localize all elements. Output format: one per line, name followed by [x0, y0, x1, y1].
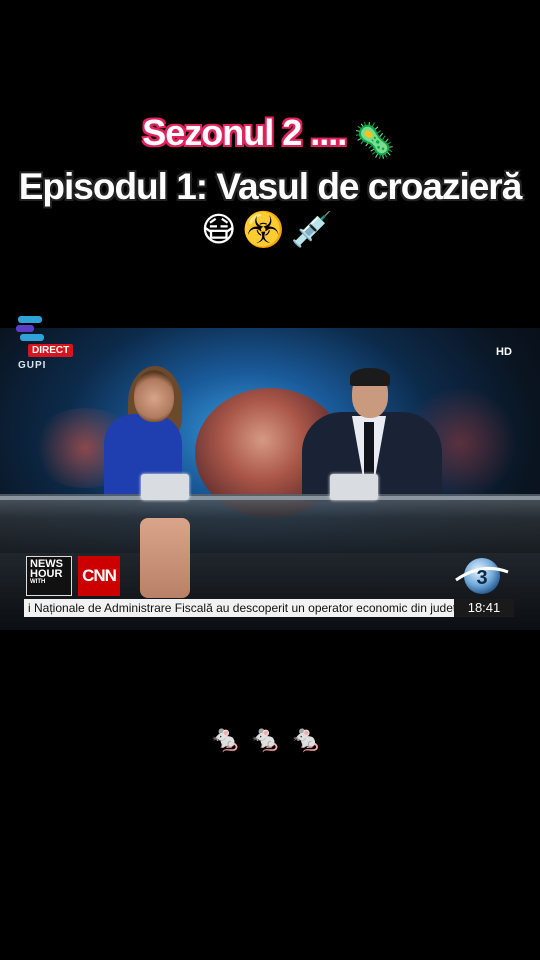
- microbe-emoji: 🦠: [353, 120, 396, 161]
- b1-tv-logo-icon: 3: [455, 558, 509, 594]
- caption-episode: Episodul 1: Vasul de croazieră: [0, 166, 540, 208]
- season-title: Sezonul 2 ....: [142, 112, 347, 153]
- female-anchor-head: [134, 370, 174, 422]
- channel-logo: DIRECT GUPI: [12, 314, 82, 374]
- male-anchor-tie: [364, 422, 374, 482]
- svg-text:3: 3: [476, 567, 487, 589]
- broadcast-clock: 18:41: [454, 599, 514, 617]
- news-hour-line2: HOUR: [30, 568, 63, 580]
- news-hour-logo: NEWS HOUR WITH: [26, 556, 72, 596]
- channel-name: GUPI: [18, 360, 47, 371]
- news-desk: [0, 494, 540, 554]
- episode-title: Episodul 1: Vasul de croazieră: [18, 166, 523, 207]
- desk-edge: [0, 496, 540, 500]
- mice-emojis: 🐁🐁🐁: [209, 724, 331, 754]
- gupi-logo-icon: [16, 316, 44, 341]
- male-anchor-hair: [350, 368, 390, 386]
- mask-biohazard-syringe-emojis: 😷☣️💉: [200, 210, 340, 250]
- caption-season: Sezonul 2 .... 🦠: [0, 112, 540, 161]
- news-ticker: i Naționale de Administrare Fiscală au d…: [24, 599, 454, 617]
- laptop-right: [330, 474, 378, 500]
- hd-badge: HD: [496, 346, 512, 358]
- caption-emojis: 😷☣️💉: [0, 210, 540, 250]
- cnn-logo: CNN: [78, 556, 120, 596]
- laptop-left: [141, 474, 189, 500]
- news-hour-with: WITH: [30, 579, 46, 585]
- female-anchor-legs: [140, 518, 190, 598]
- direct-badge: DIRECT: [28, 344, 74, 357]
